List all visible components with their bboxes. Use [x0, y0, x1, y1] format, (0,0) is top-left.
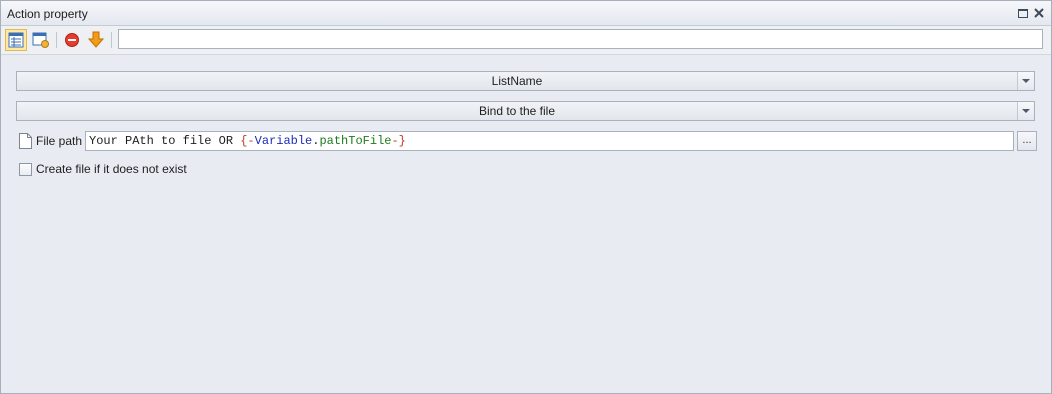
stop-icon[interactable]	[61, 29, 83, 51]
file-path-label: File path	[36, 134, 83, 148]
chevron-down-icon[interactable]	[1017, 102, 1034, 120]
restore-icon[interactable]	[1015, 6, 1029, 20]
file-path-text: Your PAth to file OR	[89, 134, 241, 148]
variable-close-brace: -}	[391, 134, 406, 148]
panel-title: Action property	[7, 7, 88, 21]
download-arrow-icon[interactable]	[85, 29, 107, 51]
variable-name: pathToFile	[319, 134, 392, 148]
list-name-combo[interactable]: ListName	[16, 71, 1035, 91]
property-grid-icon[interactable]	[5, 29, 27, 51]
variable-open-brace: {-	[240, 134, 255, 148]
chevron-down-icon[interactable]	[1017, 72, 1034, 90]
list-name-combo-value: ListName	[491, 74, 543, 88]
variable-keyword: Variable	[254, 134, 313, 148]
close-icon[interactable]	[1032, 6, 1046, 20]
toolbar	[1, 26, 1051, 55]
file-icon	[19, 133, 32, 149]
create-file-label: Create file if it does not exist	[36, 162, 187, 176]
property-editor-icon[interactable]	[30, 29, 52, 51]
panel-titlebar: Action property	[1, 1, 1051, 26]
action-property-panel: Action property ListName Bind to the fil…	[0, 0, 1052, 394]
bind-mode-combo-value: Bind to the file	[478, 104, 556, 118]
create-file-checkbox[interactable]	[19, 163, 32, 176]
toolbar-separator	[56, 32, 57, 48]
bind-mode-combo[interactable]: Bind to the file	[16, 101, 1035, 121]
file-path-input[interactable]: Your PAth to file OR {-Variable.pathToFi…	[85, 131, 1014, 151]
toolbar-separator	[111, 32, 112, 48]
file-path-row: File path Your PAth to file OR {-Variabl…	[19, 131, 1037, 151]
toolbar-search-input[interactable]	[118, 29, 1043, 49]
browse-button[interactable]: ...	[1017, 131, 1037, 151]
